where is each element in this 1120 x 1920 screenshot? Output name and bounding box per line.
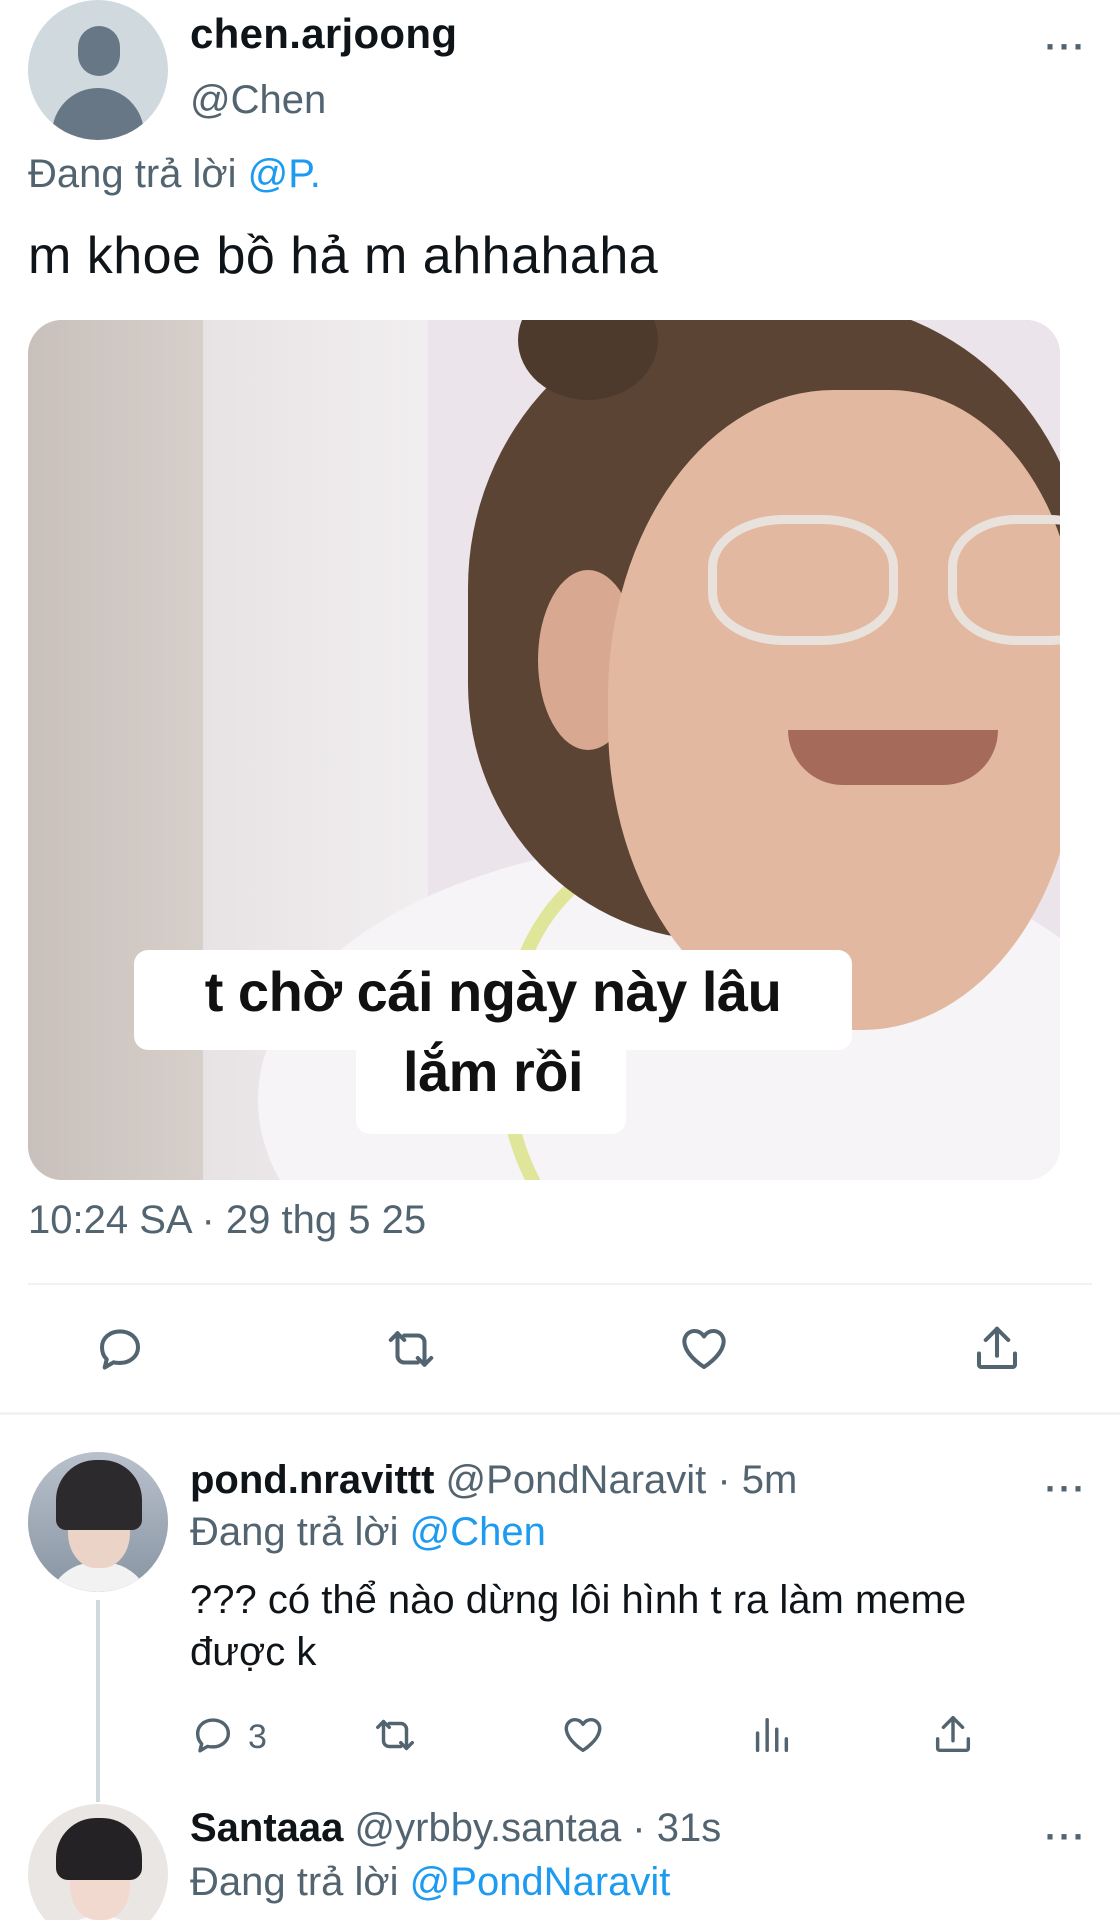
share-button[interactable] — [930, 1712, 976, 1763]
reply-header: Santaaa @yrbby.santaa · 31s — [190, 1806, 721, 1851]
default-avatar-body-icon — [52, 88, 144, 140]
thread-connector-line — [96, 1600, 100, 1802]
meme-caption-line-1: t chờ cái ngày này lâu — [204, 960, 782, 1023]
heart-icon — [564, 1717, 602, 1753]
reply-button[interactable] — [93, 1322, 147, 1381]
tweet-timestamp[interactable]: 10:24 SA · 29 thg 5 25 — [28, 1198, 426, 1243]
replying-to-mention[interactable]: @PondNaravit — [410, 1860, 671, 1904]
media-glasses-right — [948, 515, 1060, 645]
media-person-face — [608, 390, 1060, 1030]
more-options-icon[interactable]: ··· — [1045, 26, 1087, 68]
author-avatar[interactable] — [28, 0, 168, 140]
reply-count: 3 — [248, 1718, 267, 1756]
heart-icon — [682, 1328, 726, 1370]
views-button[interactable] — [748, 1712, 794, 1763]
like-button[interactable] — [677, 1322, 731, 1381]
default-avatar-head-icon — [78, 26, 120, 76]
tweet-text: m khoe bồ hả m ahhahaha — [28, 227, 659, 285]
reply-handle-time[interactable]: @PondNaravit · 5m — [434, 1458, 798, 1502]
replying-to-prefix: Đang trả lời — [28, 152, 248, 196]
replying-to-line: Đang trả lời @P. — [28, 152, 321, 197]
reply-icon — [195, 1718, 231, 1753]
media-person-smile — [788, 730, 998, 785]
author-handle[interactable]: @Chen — [190, 78, 326, 123]
section-divider — [0, 1412, 1120, 1415]
tweet-media-image[interactable]: t chờ cái ngày này lâu lắm rồi — [28, 320, 1060, 1180]
reply-display-name[interactable]: Santaaa — [190, 1806, 343, 1850]
more-options-icon[interactable]: ··· — [1045, 1816, 1087, 1858]
avatar-hair — [56, 1818, 142, 1880]
share-icon — [976, 1326, 1018, 1370]
more-options-icon[interactable]: ··· — [1045, 1468, 1087, 1510]
replying-to-prefix: Đang trả lời — [190, 1510, 410, 1554]
share-icon — [935, 1716, 971, 1753]
share-button[interactable] — [970, 1322, 1024, 1381]
author-display-name[interactable]: chen.arjoong — [190, 10, 457, 58]
views-icon — [755, 1717, 789, 1753]
media-glasses-left — [708, 515, 898, 645]
meme-caption: t chờ cái ngày này lâu lắm rồi — [28, 952, 958, 1112]
reply-icon — [99, 1329, 141, 1370]
reply-display-name[interactable]: pond.nravittt — [190, 1458, 434, 1502]
replying-to-line: Đang trả lời @Chen — [190, 1510, 546, 1555]
reply-avatar[interactable] — [28, 1804, 168, 1920]
avatar-hair — [56, 1460, 142, 1530]
replying-to-prefix: Đang trả lời — [190, 1860, 410, 1904]
retweet-button[interactable] — [372, 1712, 418, 1763]
divider — [28, 1283, 1092, 1285]
replying-to-mention[interactable]: @Chen — [410, 1510, 546, 1554]
retweet-icon — [388, 1331, 434, 1367]
reply-handle-time[interactable]: @yrbby.santaa · 31s — [343, 1806, 722, 1850]
retweet-icon — [376, 1719, 414, 1751]
meme-caption-line-2: lắm rồi — [402, 1040, 584, 1103]
reply-text: ??? có thể nào dừng lôi hình t ra làm me… — [190, 1578, 967, 1674]
reply-button[interactable] — [190, 1712, 236, 1763]
reply-header: pond.nravittt @PondNaravit · 5m — [190, 1458, 797, 1503]
retweet-button[interactable] — [384, 1322, 438, 1381]
like-button[interactable] — [560, 1712, 606, 1763]
replying-to-mention[interactable]: @P. — [248, 152, 321, 196]
reply-avatar[interactable] — [28, 1452, 168, 1592]
replying-to-line: Đang trả lời @PondNaravit — [190, 1860, 670, 1905]
